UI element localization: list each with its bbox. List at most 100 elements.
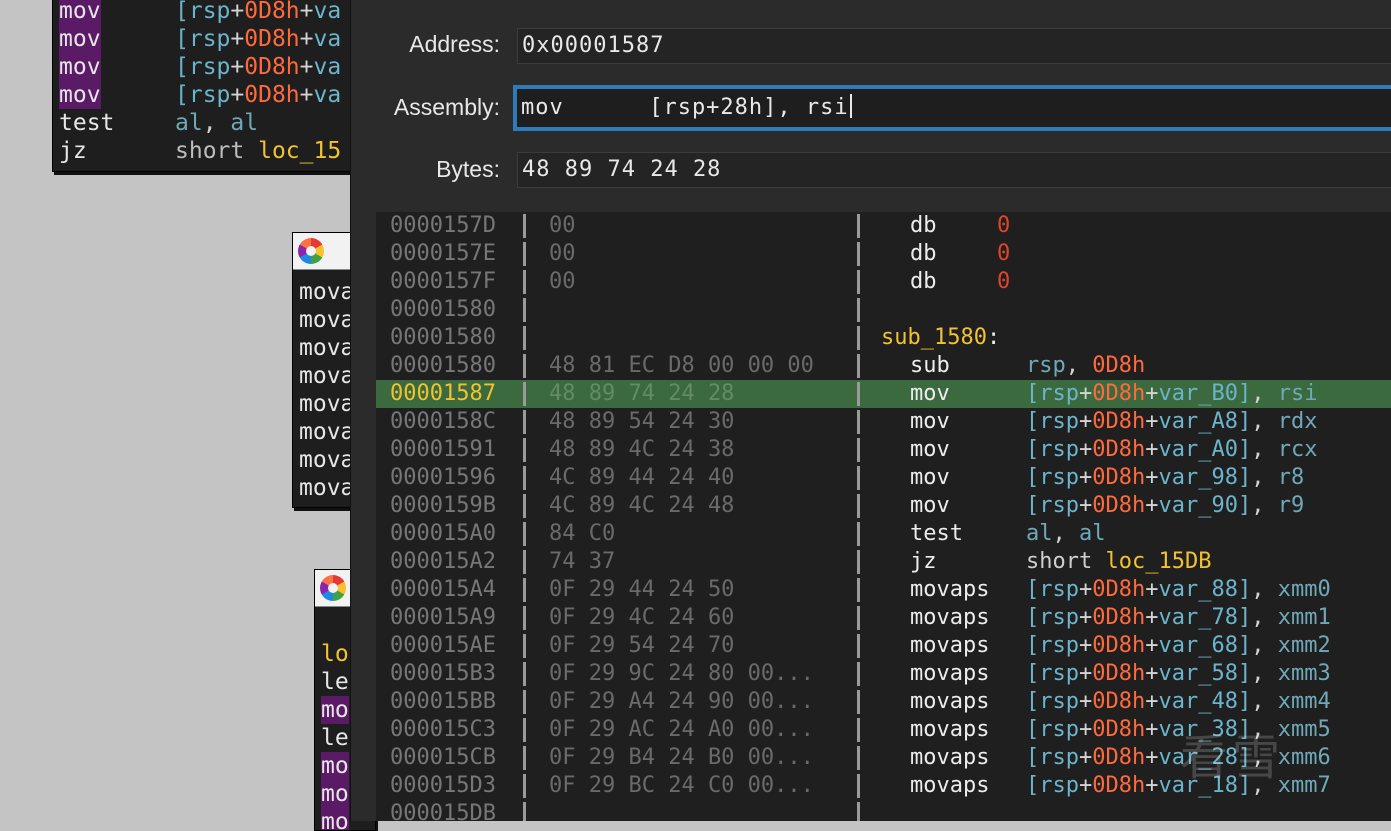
- operand-token: va: [313, 26, 342, 52]
- graph-node-block-top[interactable]: mov [rsp+0D8h+va mov [rsp+0D8h+va mov [rsp+0D…: [52, 0, 374, 172]
- operands: 0: [997, 268, 1010, 296]
- bytes-cell: 00: [549, 213, 576, 238]
- address-cell: 000015A4: [390, 577, 496, 602]
- listing-row[interactable]: 0000157E 00 db 0: [376, 240, 1391, 268]
- graph-node-line[interactable]: mov [rsp+0D8h+va: [53, 25, 373, 53]
- mnemonic: test: [910, 521, 963, 546]
- base-register: rsp: [1039, 689, 1079, 714]
- listing-row[interactable]: 000015A2 74 37 jz short loc_15DB: [376, 548, 1391, 576]
- column-separator: [523, 662, 526, 686]
- listing-row[interactable]: 00001596 4C 89 44 24 40 mov [rsp+0D8h+var_9…: [376, 464, 1391, 492]
- base-register: rsp: [1039, 381, 1079, 406]
- address-cell: 000015BB: [390, 689, 496, 714]
- bytes-cell: 4C 89 44 24 40: [549, 465, 735, 490]
- column-separator: [857, 326, 860, 350]
- address-cell: 000015C3: [390, 717, 496, 742]
- operand-token: rsp: [188, 0, 231, 24]
- listing-row[interactable]: 000015A0 84 C0 test al, al: [376, 520, 1391, 548]
- operands: [rsp+0D8h+var_68], xmm2: [1026, 633, 1331, 658]
- mnemonic: mova: [299, 447, 355, 473]
- listing-row[interactable]: 0000157D 00 db 0: [376, 212, 1391, 240]
- column-separator: [523, 774, 526, 798]
- register-operand: xmm0: [1277, 577, 1331, 602]
- column-separator: [857, 214, 860, 238]
- register-operand: xmm3: [1277, 661, 1331, 686]
- address-field[interactable]: 0x00001587: [517, 28, 1391, 64]
- offset-operand: 0D8h: [1092, 633, 1146, 658]
- column-separator: [523, 270, 526, 294]
- graph-node-line[interactable]: test al, al: [53, 109, 373, 137]
- column-separator: [857, 774, 860, 798]
- jump-kind: short: [1026, 549, 1093, 574]
- assembly-input[interactable]: mov [rsp+28h], rsi: [513, 85, 1391, 131]
- address-cell: 000015A0: [390, 521, 496, 546]
- mnemonic: mov: [59, 53, 101, 81]
- base-register: rsp: [1039, 745, 1079, 770]
- bytes-field[interactable]: 48 89 74 24 28: [517, 152, 1391, 188]
- operand-token: +: [299, 82, 314, 108]
- listing-row[interactable]: 000015B3 0F 29 9C 24 80 00... movaps [rsp+0…: [376, 660, 1391, 688]
- stack-variable: var_78: [1158, 605, 1238, 630]
- column-separator: [523, 410, 526, 434]
- bytes-cell: 0F 29 44 24 50: [549, 577, 735, 602]
- address-cell: 00001580: [390, 297, 496, 322]
- stack-variable: var_68: [1158, 633, 1238, 658]
- mnemonic: mova: [299, 363, 355, 389]
- offset-operand: 0D8h: [1092, 465, 1146, 490]
- text-caret: [849, 94, 852, 118]
- listing-row[interactable]: 00001580 sub_1580:: [376, 324, 1391, 352]
- address-cell: 000015AE: [390, 633, 496, 658]
- address-cell: 00001591: [390, 437, 496, 462]
- register-operand: xmm4: [1277, 689, 1331, 714]
- operands: al, al: [175, 109, 258, 137]
- address-cell: 0000158C: [390, 409, 496, 434]
- operand-token: 0D8h: [244, 26, 300, 52]
- operands: [rsp+0D8h+va: [175, 25, 341, 53]
- mnemonic: movaps: [910, 717, 990, 742]
- listing-row[interactable]: 0000157F 00 db 0: [376, 268, 1391, 296]
- graph-node-line[interactable]: mov [rsp+0D8h+va: [53, 81, 373, 109]
- offset-operand: 0D8h: [1092, 605, 1146, 630]
- column-separator: [857, 382, 860, 406]
- base-register: rsp: [1039, 437, 1079, 462]
- operands: [rsp+0D8h+va: [175, 53, 341, 81]
- operand-token: rsp: [188, 82, 231, 108]
- function-name: sub_1580: [881, 325, 987, 350]
- numeric-operand: 0: [997, 241, 1011, 266]
- operand-token: +: [230, 0, 245, 24]
- current-instruction-row[interactable]: 00001587 48 89 74 24 28 mov [rsp+0D8h+var_B…: [376, 380, 1391, 408]
- stack-variable: var_88: [1158, 577, 1238, 602]
- bytes-cell: 84 C0: [549, 521, 616, 546]
- operand-token: rsp: [188, 26, 231, 52]
- listing-row[interactable]: 000015A4 0F 29 44 24 50 movaps [rsp+0D8h+va…: [376, 576, 1391, 604]
- mnemonic: mova: [299, 307, 355, 333]
- offset-operand: 0D8h: [1092, 437, 1146, 462]
- operands: [rsp+0D8h+var_A0], rcx: [1026, 437, 1318, 462]
- listing-row[interactable]: 00001580: [376, 296, 1391, 324]
- mnemonic: mov: [910, 493, 950, 518]
- mnemonic: movaps: [910, 577, 990, 602]
- column-separator: [523, 354, 526, 378]
- listing-row[interactable]: 000015BB 0F 29 A4 24 90 00... movaps [rsp+0…: [376, 688, 1391, 716]
- offset-operand: 0D8h: [1092, 409, 1146, 434]
- graph-node-line[interactable]: jz short loc_15: [53, 137, 373, 165]
- listing-row[interactable]: 00001591 48 89 4C 24 38 mov [rsp+0D8h+var_A…: [376, 436, 1391, 464]
- bytes-cell: 48 89 54 24 30: [549, 409, 735, 434]
- graph-node-line[interactable]: mov [rsp+0D8h+va: [53, 53, 373, 81]
- offset-operand: 0D8h: [1092, 745, 1146, 770]
- register-operand: xmm7: [1277, 773, 1331, 798]
- base-register: rsp: [1039, 773, 1079, 798]
- listing-row[interactable]: 0000159B 4C 89 4C 24 48 mov [rsp+0D8h+var_9…: [376, 492, 1391, 520]
- graph-node-line[interactable]: mov [rsp+0D8h+va: [53, 0, 373, 25]
- mnemonic: mov: [910, 437, 950, 462]
- mnemonic: mo: [321, 780, 349, 808]
- operands: 0: [997, 240, 1010, 268]
- operand-token: short: [175, 138, 259, 164]
- listing-row[interactable]: 000015DB: [376, 800, 1391, 821]
- listing-row[interactable]: 000015A9 0F 29 4C 24 60 movaps [rsp+0D8h+va…: [376, 604, 1391, 632]
- operands: rsp, 0D8h: [1026, 353, 1146, 378]
- listing-row[interactable]: 00001580 48 81 EC D8 00 00 00 sub rsp, 0D8h: [376, 352, 1391, 380]
- listing-row[interactable]: 0000158C 48 89 54 24 30 mov [rsp+0D8h+var_A…: [376, 408, 1391, 436]
- offset-operand: 0D8h: [1092, 689, 1146, 714]
- listing-row[interactable]: 000015AE 0F 29 54 24 70 movaps [rsp+0D8h+va…: [376, 632, 1391, 660]
